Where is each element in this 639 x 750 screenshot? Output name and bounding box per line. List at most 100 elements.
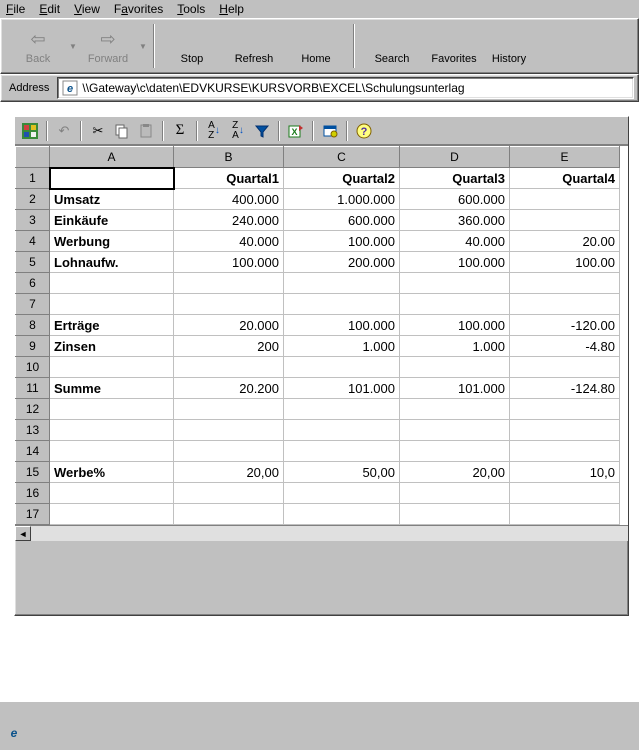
col-header-c[interactable]: C (284, 147, 400, 168)
cell[interactable] (50, 273, 174, 294)
row-header[interactable]: 7 (16, 294, 50, 315)
back-dropdown[interactable]: ▼ (69, 21, 77, 71)
row-header[interactable]: 8 (16, 315, 50, 336)
cell[interactable] (510, 441, 620, 462)
paste-button[interactable] (135, 120, 157, 142)
row-header[interactable]: 11 (16, 378, 50, 399)
cell[interactable] (174, 294, 284, 315)
cell[interactable]: 20.00 (510, 231, 620, 252)
row-header[interactable]: 3 (16, 210, 50, 231)
cell[interactable] (510, 399, 620, 420)
cell[interactable] (284, 420, 400, 441)
col-header-d[interactable]: D (400, 147, 510, 168)
cell[interactable]: 100.000 (400, 252, 510, 273)
cell[interactable] (50, 294, 174, 315)
cut-button[interactable]: ✂ (87, 120, 109, 142)
cell[interactable]: Zinsen (50, 336, 174, 357)
cell[interactable] (400, 357, 510, 378)
history-button[interactable]: History (485, 21, 533, 71)
cell[interactable] (284, 294, 400, 315)
sort-desc-button[interactable]: ZA↓ (227, 120, 249, 142)
cell[interactable] (284, 399, 400, 420)
cell[interactable] (174, 504, 284, 525)
cell[interactable]: 200.000 (284, 252, 400, 273)
cell[interactable] (50, 483, 174, 504)
cell[interactable] (284, 483, 400, 504)
row-header[interactable]: 4 (16, 231, 50, 252)
cell[interactable]: Lohnaufw. (50, 252, 174, 273)
properties-button[interactable] (319, 120, 341, 142)
cell[interactable] (510, 189, 620, 210)
cell[interactable]: 101.000 (284, 378, 400, 399)
col-header-e[interactable]: E (510, 147, 620, 168)
cell[interactable] (400, 294, 510, 315)
menu-view[interactable]: View (74, 2, 100, 16)
cell[interactable]: 400.000 (174, 189, 284, 210)
undo-button[interactable]: ↶ (53, 120, 75, 142)
cell[interactable]: 20.000 (174, 315, 284, 336)
spreadsheet-grid[interactable]: A B C D E 1Quartal1Quartal2Quartal3Quart… (15, 145, 628, 525)
cell[interactable]: 20,00 (400, 462, 510, 483)
cell[interactable]: 200 (174, 336, 284, 357)
cell[interactable]: -120.00 (510, 315, 620, 336)
sort-asc-button[interactable]: AZ↓ (203, 120, 225, 142)
help-button[interactable]: ? (353, 120, 375, 142)
cell[interactable]: 600.000 (400, 189, 510, 210)
cell[interactable] (174, 273, 284, 294)
cell[interactable]: -4.80 (510, 336, 620, 357)
forward-button[interactable]: ⇨ Forward (77, 21, 139, 71)
cell[interactable] (510, 504, 620, 525)
row-header[interactable]: 5 (16, 252, 50, 273)
cell[interactable] (50, 357, 174, 378)
cell[interactable] (510, 210, 620, 231)
cell[interactable] (50, 420, 174, 441)
cell[interactable]: 100.00 (510, 252, 620, 273)
horizontal-scrollbar[interactable]: ◄ (15, 525, 628, 541)
export-excel-button[interactable]: X (285, 120, 307, 142)
cell[interactable] (400, 441, 510, 462)
row-header[interactable]: 1 (16, 168, 50, 189)
cell[interactable] (400, 420, 510, 441)
cell[interactable] (284, 357, 400, 378)
row-header[interactable]: 12 (16, 399, 50, 420)
row-header[interactable]: 2 (16, 189, 50, 210)
cell[interactable] (284, 504, 400, 525)
cell[interactable] (510, 420, 620, 441)
cell[interactable] (50, 168, 174, 189)
row-header[interactable]: 16 (16, 483, 50, 504)
cell[interactable] (174, 399, 284, 420)
cell[interactable]: 101.000 (400, 378, 510, 399)
cell[interactable] (50, 441, 174, 462)
cell[interactable]: Summe (50, 378, 174, 399)
col-header-b[interactable]: B (174, 147, 284, 168)
cell[interactable]: 100.000 (284, 315, 400, 336)
scroll-left-button[interactable]: ◄ (15, 526, 31, 541)
cell[interactable]: 50,00 (284, 462, 400, 483)
cell[interactable]: 600.000 (284, 210, 400, 231)
row-header[interactable]: 14 (16, 441, 50, 462)
cell[interactable] (400, 399, 510, 420)
address-field[interactable]: e \\Gateway\c\daten\EDVKURSE\KURSVORB\EX… (57, 77, 634, 99)
cell[interactable] (400, 504, 510, 525)
favorites-button[interactable]: ✶ Favorites (423, 21, 485, 71)
scroll-track[interactable] (31, 526, 628, 541)
cell[interactable] (284, 441, 400, 462)
cell[interactable]: 20.200 (174, 378, 284, 399)
cell[interactable]: Quartal2 (284, 168, 400, 189)
col-header-a[interactable]: A (50, 147, 174, 168)
row-header[interactable]: 13 (16, 420, 50, 441)
cell[interactable]: 40.000 (400, 231, 510, 252)
back-button[interactable]: ⇦ Back (7, 21, 69, 71)
search-button[interactable]: Search (361, 21, 423, 71)
cell[interactable]: Werbe% (50, 462, 174, 483)
cell[interactable] (510, 294, 620, 315)
cell[interactable]: 1.000 (400, 336, 510, 357)
stop-button[interactable]: Stop (161, 21, 223, 71)
row-header[interactable]: 10 (16, 357, 50, 378)
cell[interactable]: Quartal1 (174, 168, 284, 189)
cell[interactable]: 40.000 (174, 231, 284, 252)
menu-tools[interactable]: Tools (177, 2, 205, 16)
forward-dropdown[interactable]: ▼ (139, 21, 147, 71)
row-header[interactable]: 9 (16, 336, 50, 357)
cell[interactable]: Erträge (50, 315, 174, 336)
